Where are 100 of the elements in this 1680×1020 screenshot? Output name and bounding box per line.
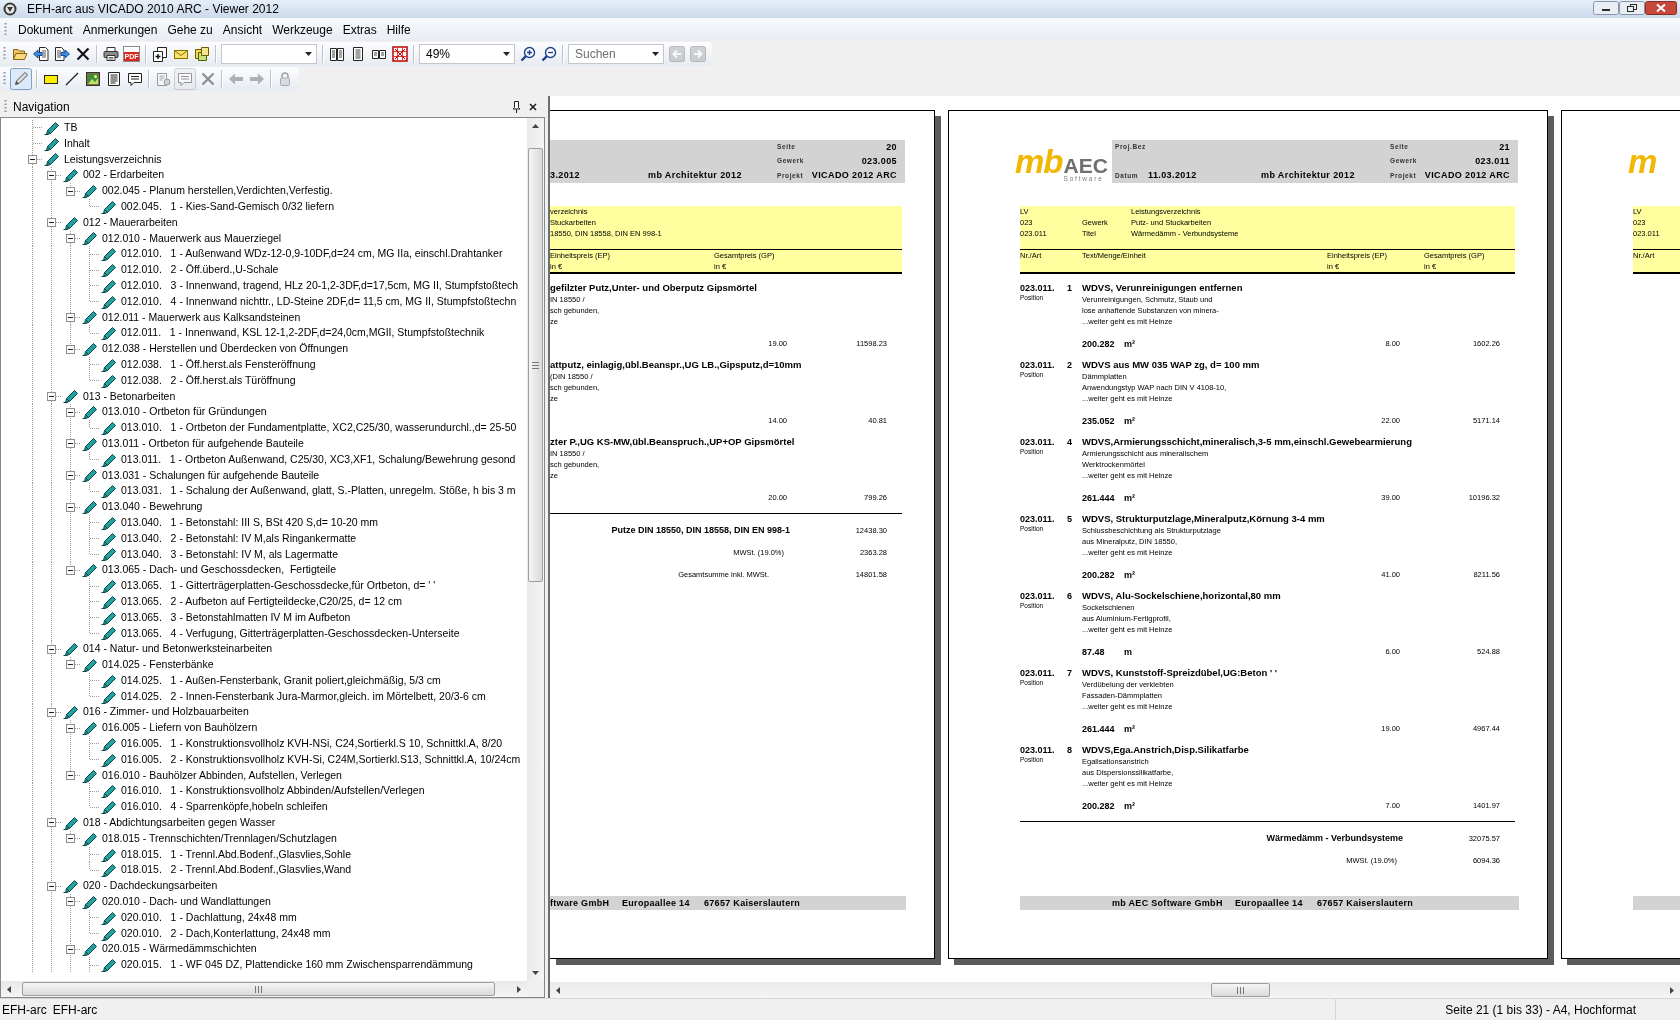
minus-box-icon[interactable] [28,155,37,164]
right-arrow-icon[interactable] [1670,986,1674,994]
tree-item[interactable]: 020.015. 1 - WF 045 DZ, Plattendicke 160 mm Zwischensparrendämmung [121,957,473,974]
scroll-thumb[interactable] [1211,983,1270,997]
tree-item[interactable]: 020 - Dachdeckungsarbeiten [83,878,218,895]
line-icon[interactable] [63,70,80,87]
menu-item[interactable]: Gehe zu [162,20,218,39]
left-arrow-icon[interactable] [7,985,11,993]
open-book-icon[interactable] [328,45,345,62]
minus-box-icon[interactable] [66,897,75,907]
minus-box-icon[interactable] [66,502,75,512]
tree-item[interactable]: 018 - Abdichtungsarbeiten gegen Wasser [83,815,276,831]
up-arrow-icon[interactable] [532,124,539,128]
tree-item[interactable]: 013.011 - Ortbeton für aufgehende Bauteile [102,435,304,452]
tree-item[interactable]: Leistungsverzeichnis [64,151,162,168]
tree-item[interactable]: 012 - Mauerarbeiten [83,214,178,231]
tree-item[interactable]: 018.015. 1 - Trennl.Abd.Bodenf.,Glasvlies,Sohle [121,846,351,863]
tree-item[interactable]: 012.010. 3 - Innenwand, tragend, HLz 20-1,2-3DF,d=17,5cm, MG II, Stumpfstoßtech [121,277,519,294]
tree-item[interactable]: 012.010. 4 - Innenwand nichttr., LD-Steine 2DF,d= 11,5 cm, MG II, Stumpfstoßtechn [121,293,517,310]
tree-item[interactable]: 012.010. 1 - Außenwand WDz-12-0,9-10DF,d=24 cm, MG IIa, einschl.Drahtanker [121,246,503,263]
tree-item[interactable]: TB [64,120,78,136]
text-document-icon[interactable] [105,70,122,87]
speech-bubble-icon[interactable] [126,70,143,87]
minimize-icon[interactable] [1593,1,1619,15]
caret-icon[interactable] [652,51,659,56]
tree-item[interactable]: 016 - Zimmer- und Holzbauarbeiten [83,704,249,721]
tree-item[interactable]: 016.005. 2 - Konstruktionsvollholz KVH-Si, C24M,Sortierkl.S13, Schnittkl.A, 10/24cm [121,751,521,768]
menu-item[interactable]: Dokument [13,20,78,39]
minus-box-icon[interactable] [66,660,75,670]
printer-icon[interactable] [102,45,119,62]
document-right-arrow-icon[interactable] [53,45,70,62]
menu-item[interactable]: Hilfe [381,20,416,39]
tree-item[interactable]: 020.010. 1 - Dachlattung, 24x48 mm [121,909,297,926]
horizontal-scrollbar[interactable] [1,981,527,997]
tree-item[interactable]: 016.010. 1 - Konstruktionsvollholz Abbinden/Aufstellen/Verlegen [121,783,425,800]
minus-box-icon[interactable] [66,470,75,480]
down-arrow-icon[interactable] [532,971,539,975]
minus-box-icon[interactable] [47,391,56,401]
tree-item[interactable]: 002.045. 1 - Kies-Sand-Gemisch 0/32 liefern [121,199,335,215]
close-icon[interactable] [1645,1,1677,15]
grip-icon[interactable] [4,99,7,114]
search-field[interactable]: Suchen [568,43,664,64]
cross-icon[interactable] [74,45,91,62]
minus-box-icon[interactable] [66,186,75,196]
menu-item[interactable]: Werkzeuge [267,20,338,39]
grip-icon[interactable] [4,22,7,37]
scroll-thumb[interactable] [22,982,495,996]
scroll-thumb[interactable] [528,148,543,582]
zoom-out-icon[interactable] [540,45,557,62]
minus-box-icon[interactable] [66,834,75,844]
tree-item[interactable]: 013.031. 1 - Schalung der Außenwand, glatt, S.-Platten, unregelm. Stöße, h bis 3 m [121,483,516,500]
tree-item[interactable]: 013 - Betonarbeiten [83,388,176,405]
tree-item[interactable]: 013.065. 4 - Verfugung, Gitterträgerplatten-Geschossdecken-Unterseite [121,625,460,642]
tree-item[interactable]: 013.040. 3 - Betonstahl: IV M, als Lagermatte [121,546,339,563]
minus-box-icon[interactable] [47,218,56,228]
image-icon[interactable] [84,70,101,87]
tree-item[interactable]: 012.010. 2 - Öff.überd.,U-Schale [121,262,279,278]
tree-item[interactable]: 014.025. 2 - Innen-Fensterbank Jura-Marmor,gleich. im Mörtelbett, 20/3-6 cm [121,688,486,705]
minus-box-icon[interactable] [47,170,56,180]
tree-item[interactable]: 012.011. 1 - Innenwand, KSL 12-1,2-2DF,d=24,0cm,MGII, Stumpfstoßtechnik [121,325,485,342]
minus-box-icon[interactable] [66,312,75,322]
tree-item[interactable]: 013.040 - Bewehrung [102,499,203,515]
dropdown-field[interactable] [221,43,317,64]
tree-item[interactable]: 012.038 - Herstellen und Überdecken von Öffnungen [102,341,349,357]
tree-item[interactable]: 002 - Erdarbeiten [83,167,165,184]
close-icon[interactable] [529,102,537,111]
menu-item[interactable]: Anmerkungen [77,20,163,39]
minus-box-icon[interactable] [66,771,75,781]
pin-icon[interactable] [512,100,521,113]
dropdown-field[interactable]: 49% [419,43,515,64]
menu-item[interactable]: Ansicht [217,20,268,39]
pencil-icon[interactable] [10,67,32,90]
stacked-documents-icon[interactable] [193,45,210,62]
document-left-arrow-icon[interactable] [32,45,49,62]
tree-item[interactable]: 012.038. 1 - Öff.herst.als Fensteröffnung [121,356,316,373]
tree-item[interactable]: 013.065. 2 - Aufbeton auf Fertigteildecke,C20/25, d= 12 cm [121,593,403,610]
grid-icon[interactable] [391,45,408,62]
vertical-scrollbar[interactable] [527,118,544,981]
tree-item[interactable]: 013.031 - Schalungen für aufgehende Bauteile [102,467,320,484]
right-arrow-icon[interactable] [517,985,521,993]
caret-icon[interactable] [305,51,312,56]
tree-item[interactable]: 014 - Natur- und Betonwerksteinarbeiten [83,641,273,658]
minus-box-icon[interactable] [66,233,75,243]
tree-item[interactable]: 014.025 - Fensterbänke [102,657,214,673]
minus-box-icon[interactable] [47,881,56,891]
minus-box-icon[interactable] [66,407,75,417]
minus-box-icon[interactable] [47,818,56,828]
tree-item[interactable]: 016.005. 1 - Konstruktionsvollholz KVH-NSi, C24,Sortierkl.S 10, Schnittkl.A, 8/20 [121,736,503,752]
pages-plus-icon[interactable] [151,45,168,62]
tree-item[interactable]: 013.010 - Ortbeton für Gründungen [102,404,267,421]
tree-item[interactable]: 013.065. 1 - Gitterträgerplatten-Geschossdecke,für Ortbeton, d= ' ' [121,578,436,594]
restore-icon[interactable] [1619,1,1645,15]
zoom-in-icon[interactable] [519,45,536,62]
minus-box-icon[interactable] [47,707,56,717]
tree-item[interactable]: 016.005 - Liefern von Bauhölzern [102,720,258,737]
minus-box-icon[interactable] [66,439,75,449]
tree-item[interactable]: 013.010. 1 - Ortbeton der Fundamentplatte, XC2,C25/30, wasserundurchl.,d= 25-50 [121,420,517,436]
horizontal-scrollbar[interactable] [550,982,1680,998]
tree-item[interactable]: 018.015. 2 - Trennl.Abd.Bodenf.,Glasvlies,Wand [121,862,352,879]
minus-box-icon[interactable] [66,944,75,954]
